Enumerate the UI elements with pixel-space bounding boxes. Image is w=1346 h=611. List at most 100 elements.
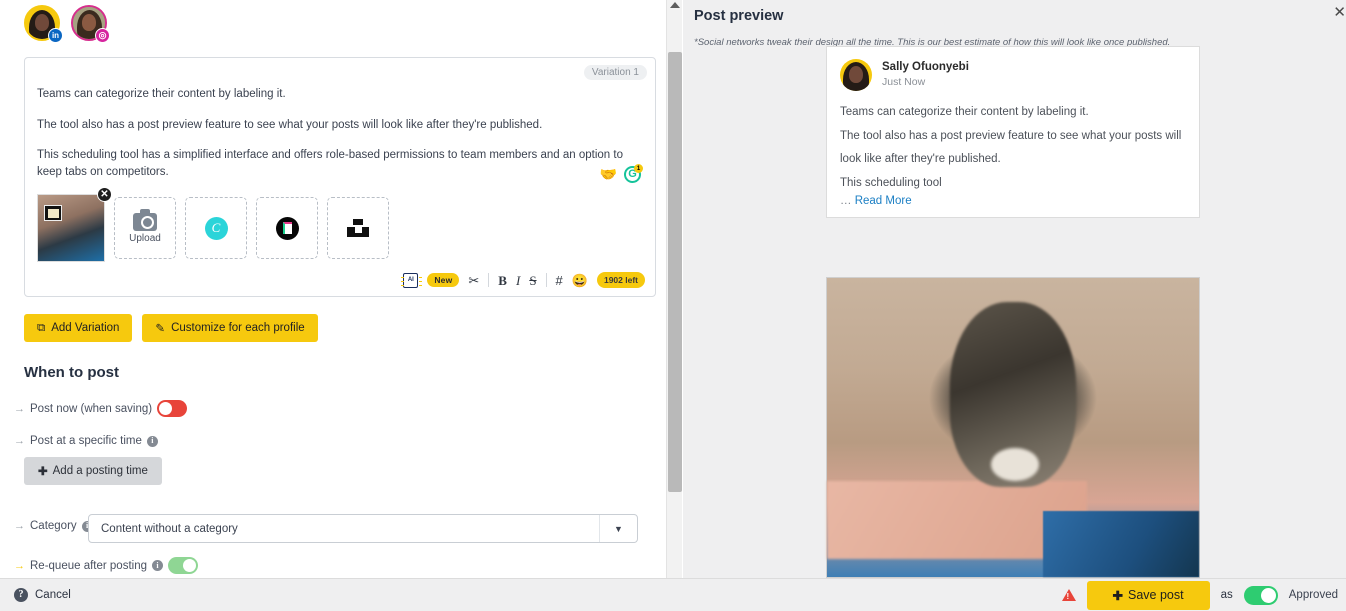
post-now-toggle[interactable] — [157, 400, 187, 417]
preview-paragraph: Teams can categorize their content by la… — [840, 101, 1186, 125]
gif-badge-icon — [44, 205, 62, 221]
plus-icon: ✚ — [1113, 588, 1123, 603]
canva-icon: C — [205, 217, 228, 240]
google-drive-doc-icon — [276, 217, 299, 240]
media-attachment-strip: ✕ Upload C — [37, 194, 389, 262]
google-drive-media-slot[interactable] — [256, 197, 318, 259]
grammarly-count-badge: 1 — [634, 164, 643, 173]
chevron-down-icon[interactable]: ▼ — [599, 515, 637, 542]
preview-paragraph: The tool also has a post preview feature… — [840, 125, 1186, 172]
preview-title: Post preview — [694, 8, 783, 24]
requeue-row: → Re-queue after posting i — [14, 557, 198, 574]
approved-toggle[interactable] — [1244, 586, 1278, 605]
category-select[interactable]: Content without a category ▼ — [88, 514, 638, 543]
arrow-icon: → — [14, 560, 25, 572]
preview-post-body: Teams can categorize their content by la… — [827, 97, 1199, 217]
save-post-button[interactable]: ✚ Save post — [1087, 581, 1210, 610]
pencil-icon: ✎ — [155, 321, 165, 335]
category-label: Category — [30, 520, 77, 532]
add-posting-time-label: Add a posting time — [53, 465, 148, 477]
profile-avatar-linkedin[interactable]: in — [24, 5, 60, 41]
post-composer-screen: in ◎ Variation 1 Teams can categorize th… — [0, 0, 1346, 611]
preview-post-card: Sally Ofuonyebi Just Now Teams can categ… — [826, 46, 1200, 218]
scrollbar-thumb[interactable] — [668, 52, 682, 492]
plus-icon: ✚ — [38, 464, 48, 478]
arrow-icon: → — [14, 403, 25, 415]
hashtag-button[interactable]: # — [556, 274, 563, 287]
info-icon[interactable]: i — [152, 560, 163, 571]
customize-for-each-profile-button[interactable]: ✎ Customize for each profile — [142, 314, 317, 342]
unsplash-icon — [347, 219, 369, 237]
requeue-label: Re-queue after posting — [30, 560, 147, 572]
cancel-button[interactable]: ? Cancel — [14, 588, 71, 602]
info-icon[interactable]: i — [147, 436, 158, 447]
preview-post-header: Sally Ofuonyebi Just Now — [827, 47, 1199, 97]
help-icon: ? — [14, 588, 28, 602]
post-now-row: → Post now (when saving) — [14, 400, 187, 417]
grammarly-icon[interactable]: G 1 — [624, 166, 641, 183]
ai-assistant-icon[interactable]: AI — [403, 273, 418, 288]
remove-media-icon[interactable]: ✕ — [97, 187, 112, 202]
composer-action-buttons: ⧉ Add Variation ✎ Customize for each pro… — [24, 314, 318, 342]
arrow-icon: → — [14, 435, 25, 447]
toolbar-divider — [488, 273, 489, 287]
read-more-link[interactable]: … Read More — [840, 195, 1186, 207]
footer-bar: ? Cancel ✚ Save post as Approved — [0, 578, 1346, 611]
post-specific-time-label: Post at a specific time — [30, 435, 142, 447]
compose-paragraph: Teams can categorize their content by la… — [37, 86, 641, 103]
post-now-label: Post now (when saving) — [30, 403, 152, 415]
warning-icon[interactable] — [1062, 589, 1076, 601]
post-specific-time-row: → Post at a specific time i — [14, 435, 158, 447]
left-pane-scrollbar[interactable] — [666, 0, 682, 578]
compose-paragraph: This scheduling tool has a simplified in… — [37, 147, 641, 180]
emoji-picker-icon[interactable]: 😀 — [572, 274, 588, 287]
preview-author-name: Sally Ofuonyebi — [882, 60, 969, 75]
handshake-emoji-icon: 🤝 — [600, 166, 617, 183]
compose-paragraph: The tool also has a post preview feature… — [37, 117, 641, 134]
arrow-icon: → — [14, 520, 25, 532]
add-variation-label: Add Variation — [51, 322, 119, 334]
new-badge: New — [427, 273, 459, 287]
ellipsis: … — [840, 195, 852, 207]
profile-avatar-instagram[interactable]: ◎ — [71, 5, 107, 41]
instagram-badge-icon: ◎ — [95, 28, 110, 43]
italic-button[interactable]: I — [516, 274, 520, 287]
category-row: → Category i — [14, 520, 93, 532]
editor-inline-indicators: 🤝 G 1 — [600, 166, 641, 183]
cancel-label: Cancel — [35, 589, 71, 601]
preview-paragraph: This scheduling tool — [840, 172, 1186, 196]
save-post-label: Save post — [1128, 588, 1184, 602]
unsplash-media-slot[interactable] — [327, 197, 389, 259]
editor-toolbar: AI New ✂ B I S # 😀 1902 left — [403, 272, 645, 288]
upload-media-slot[interactable]: Upload — [114, 197, 176, 259]
media-thumbnail[interactable]: ✕ — [37, 194, 105, 262]
category-selected-value: Content without a category — [101, 523, 238, 535]
footer-actions: ✚ Save post as Approved — [1062, 581, 1338, 610]
requeue-toggle[interactable] — [168, 557, 198, 574]
scroll-up-icon[interactable] — [670, 2, 680, 8]
post-preview-pane: ✕ Post preview *Social networks tweak th… — [683, 0, 1346, 578]
preview-avatar — [840, 59, 872, 91]
canva-media-slot[interactable]: C — [185, 197, 247, 259]
read-more-label: Read More — [855, 195, 912, 207]
preview-post-image — [826, 277, 1200, 578]
strikethrough-button[interactable]: S — [529, 274, 536, 287]
when-to-post-heading: When to post — [24, 364, 119, 381]
bold-button[interactable]: B — [498, 274, 507, 287]
preview-timestamp: Just Now — [882, 75, 969, 90]
toolbar-divider — [546, 273, 547, 287]
shorten-link-icon[interactable]: ✂ — [468, 274, 479, 287]
customize-label: Customize for each profile — [171, 322, 305, 334]
profile-avatars: in ◎ — [24, 5, 107, 41]
add-posting-time-button[interactable]: ✚ Add a posting time — [24, 457, 162, 485]
character-counter: 1902 left — [597, 272, 645, 288]
variation-label: Variation 1 — [584, 65, 647, 80]
compose-textarea[interactable]: Teams can categorize their content by la… — [25, 58, 655, 181]
as-label: as — [1221, 589, 1233, 601]
composer-pane: in ◎ Variation 1 Teams can categorize th… — [0, 0, 666, 578]
copy-icon: ⧉ — [37, 322, 45, 335]
approved-label: Approved — [1289, 589, 1338, 601]
add-variation-button[interactable]: ⧉ Add Variation — [24, 314, 132, 342]
camera-icon — [133, 213, 157, 231]
close-icon[interactable]: ✕ — [1333, 3, 1346, 21]
